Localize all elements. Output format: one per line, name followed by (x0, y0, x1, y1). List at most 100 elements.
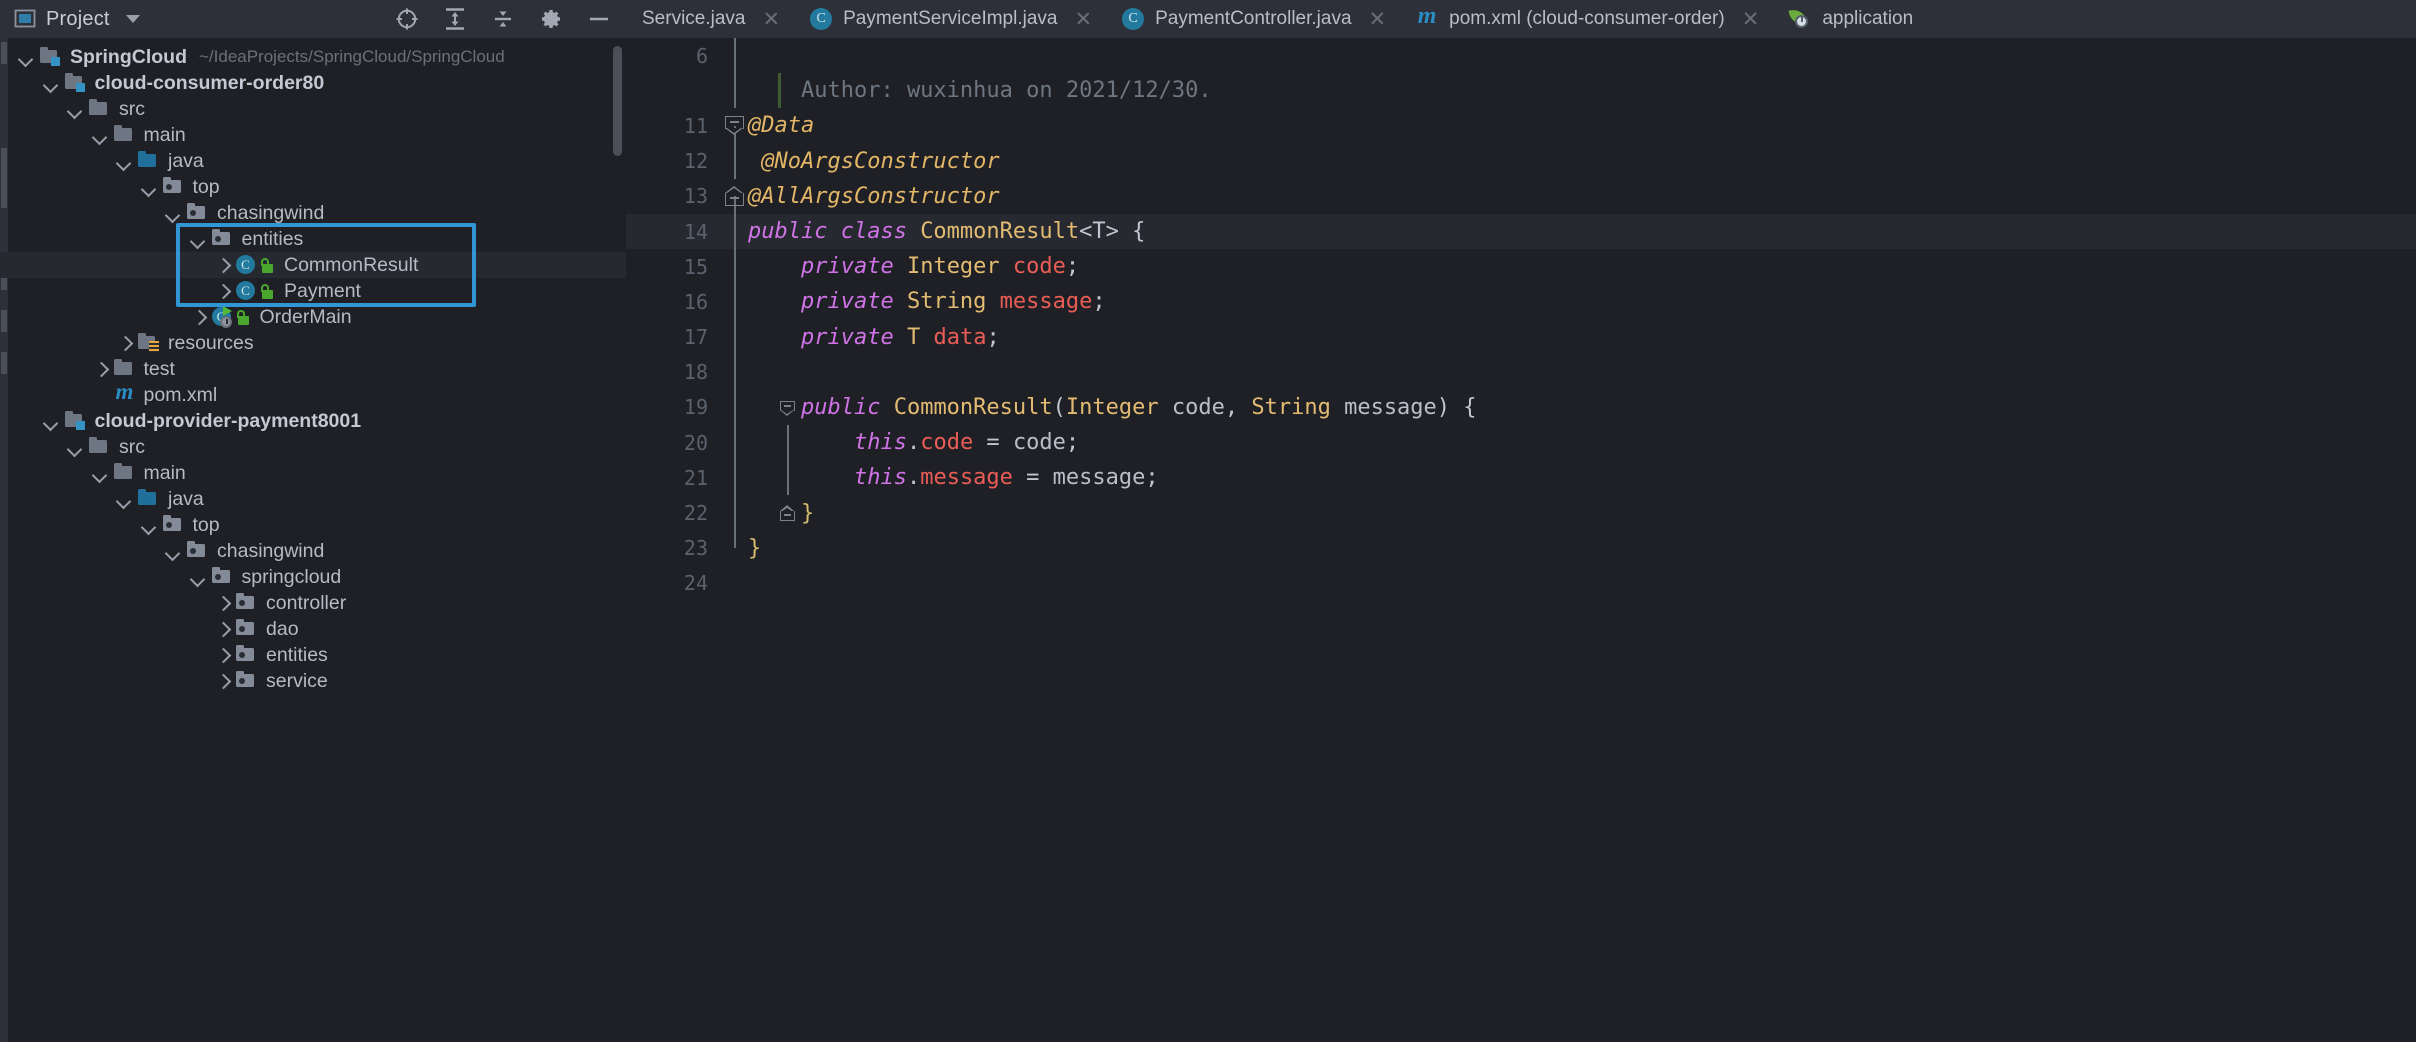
fold-gutter[interactable] (722, 354, 748, 390)
tree-row-java[interactable]: java (0, 148, 626, 174)
fold-gutter[interactable] (722, 108, 748, 144)
tree-twisty-down[interactable] (63, 434, 89, 460)
tree-twisty-right[interactable] (210, 252, 236, 278)
tree-row-dao[interactable]: dao (0, 616, 626, 642)
code-editor[interactable]: 6 Author: wuxinhua on 2021/12/30. 11 @Data… (626, 38, 2416, 1042)
tree-row-commonresult[interactable]: CommonResult (0, 252, 626, 278)
tree-row-pom-xml[interactable]: pom.xml (0, 379, 626, 408)
code-line[interactable]: 16 private String message; (626, 284, 2416, 320)
editor-tab-paymentserviceimpl-java[interactable]: PaymentServiceImpl.java ✕ (794, 0, 1106, 38)
close-tab-icon[interactable]: ✕ (763, 9, 781, 30)
code-line[interactable]: 17 private T data; (626, 319, 2416, 355)
code-line[interactable]: 6 (626, 38, 2416, 74)
tree-row-chasingwind[interactable]: chasingwind (0, 200, 626, 226)
tree-twisty-down[interactable] (137, 512, 163, 538)
fold-gutter[interactable] (722, 495, 795, 531)
collapse-all-icon[interactable] (490, 6, 516, 32)
tree-twisty-down[interactable] (161, 538, 187, 564)
tree-row-src[interactable]: src (0, 434, 626, 460)
code-line[interactable]: 21 this.message = message; (626, 460, 2416, 496)
tree-row-java[interactable]: java (0, 486, 626, 512)
fold-gutter[interactable] (722, 566, 748, 601)
fold-gutter[interactable] (722, 179, 748, 214)
code-line[interactable]: 11 @Data (626, 108, 2416, 144)
code-line[interactable]: 20 this.code = code; (626, 425, 2416, 461)
tree-twisty-down[interactable] (161, 200, 187, 226)
tree-row-main[interactable]: main (0, 460, 626, 486)
hide-panel-icon[interactable] (586, 6, 612, 32)
tree-twisty-down[interactable] (63, 96, 89, 122)
tree-twisty-down[interactable] (112, 148, 138, 174)
fold-gutter[interactable] (722, 249, 748, 285)
tree-twisty-right[interactable] (210, 642, 236, 668)
tree-row-cloud-provider-payment8001[interactable]: cloud-provider-payment8001 (0, 408, 626, 434)
tree-row-entities[interactable]: entities (0, 642, 626, 668)
code-line[interactable]: 22 } (626, 495, 2416, 531)
code-line[interactable]: 14 public class CommonResult<T> { (626, 213, 2416, 250)
editor-tab-application[interactable]: application (1773, 0, 1927, 38)
tree-row-ordermain[interactable]: OrderMain (0, 304, 626, 330)
tree-twisty-down[interactable] (88, 460, 114, 486)
editor-tab-bar[interactable]: Service.java✕PaymentServiceImpl.java✕Pay… (626, 0, 2416, 38)
tree-row-top[interactable]: top (0, 512, 626, 538)
editor-tab-paymentcontroller-java[interactable]: PaymentController.java ✕ (1106, 0, 1400, 38)
close-tab-icon[interactable]: ✕ (1369, 9, 1387, 30)
project-tree[interactable]: SpringCloud ~/IdeaProjects/SpringCloud/Sp… (0, 38, 626, 1042)
tree-row-springcloud[interactable]: springcloud (0, 564, 626, 590)
tree-row-entities[interactable]: entities (0, 226, 626, 252)
fold-gutter[interactable] (722, 425, 789, 461)
tree-twisty-right[interactable] (186, 304, 212, 330)
fold-gutter[interactable] (722, 284, 748, 320)
tree-row-controller[interactable]: controller (0, 590, 626, 616)
tree-twisty-down[interactable] (39, 408, 65, 434)
tree-twisty-right[interactable] (88, 356, 114, 382)
tree-row-test[interactable]: test (0, 356, 626, 382)
tree-twisty-down[interactable] (14, 44, 40, 70)
project-tree-scrollbar[interactable] (613, 46, 622, 156)
tree-twisty-down[interactable] (137, 174, 163, 200)
fold-gutter[interactable] (722, 213, 748, 250)
tree-row-resources[interactable]: resources (0, 330, 626, 356)
fold-gutter[interactable] (722, 319, 748, 355)
tree-row-service[interactable]: service (0, 668, 626, 694)
tree-twisty-down[interactable] (88, 122, 114, 148)
code-line[interactable]: 13 @AllArgsConstructor (626, 179, 2416, 214)
tree-row-springcloud[interactable]: SpringCloud ~/IdeaProjects/SpringCloud/Sp… (0, 44, 626, 70)
fold-gutter[interactable] (722, 460, 789, 496)
fold-gutter[interactable] (722, 38, 748, 74)
close-tab-icon[interactable]: ✕ (1074, 9, 1092, 30)
code-line[interactable]: 15 private Integer code; (626, 249, 2416, 285)
code-line[interactable]: 24 (626, 566, 2416, 601)
tree-twisty-down[interactable] (186, 226, 212, 252)
chevron-down-icon[interactable] (125, 15, 140, 23)
tree-row-main[interactable]: main (0, 122, 626, 148)
tree-twisty-right[interactable] (210, 668, 236, 694)
code-line[interactable]: 23} (626, 530, 2416, 566)
fold-gutter[interactable] (722, 530, 748, 566)
close-tab-icon[interactable]: ✕ (1742, 9, 1760, 30)
settings-gear-icon[interactable] (538, 6, 564, 32)
tree-row-chasingwind[interactable]: chasingwind (0, 538, 626, 564)
editor-tab-service-java[interactable]: Service.java ✕ (626, 0, 794, 38)
fold-gutter[interactable] (722, 389, 795, 426)
tree-row-src[interactable]: src (0, 96, 626, 122)
tree-row-cloud-consumer-order80[interactable]: cloud-consumer-order80 (0, 70, 626, 96)
expand-all-icon[interactable] (442, 6, 468, 32)
code-line[interactable]: Author: wuxinhua on 2021/12/30. (626, 73, 2416, 109)
tree-twisty-right[interactable] (210, 590, 236, 616)
tree-row-payment[interactable]: Payment (0, 278, 626, 304)
tree-twisty-right[interactable] (210, 278, 236, 304)
tree-twisty-right[interactable] (210, 616, 236, 642)
fold-gutter[interactable] (722, 73, 781, 109)
code-line[interactable]: 18 (626, 354, 2416, 390)
tree-twisty-right[interactable] (112, 330, 138, 356)
tree-row-top[interactable]: top (0, 174, 626, 200)
code-line[interactable]: 19 public CommonResult(Integer code, Str… (626, 389, 2416, 426)
tree-twisty-down[interactable] (39, 70, 65, 96)
fold-gutter[interactable] (722, 143, 748, 179)
code-line[interactable]: 12 @NoArgsConstructor (626, 143, 2416, 179)
tree-twisty-down[interactable] (112, 486, 138, 512)
tree-twisty-down[interactable] (186, 564, 212, 590)
editor-tab-pom-xml-cloud-consumer-order-[interactable]: pom.xml (cloud-consumer-order) ✕ (1400, 0, 1773, 38)
select-opened-file-icon[interactable] (394, 6, 420, 32)
